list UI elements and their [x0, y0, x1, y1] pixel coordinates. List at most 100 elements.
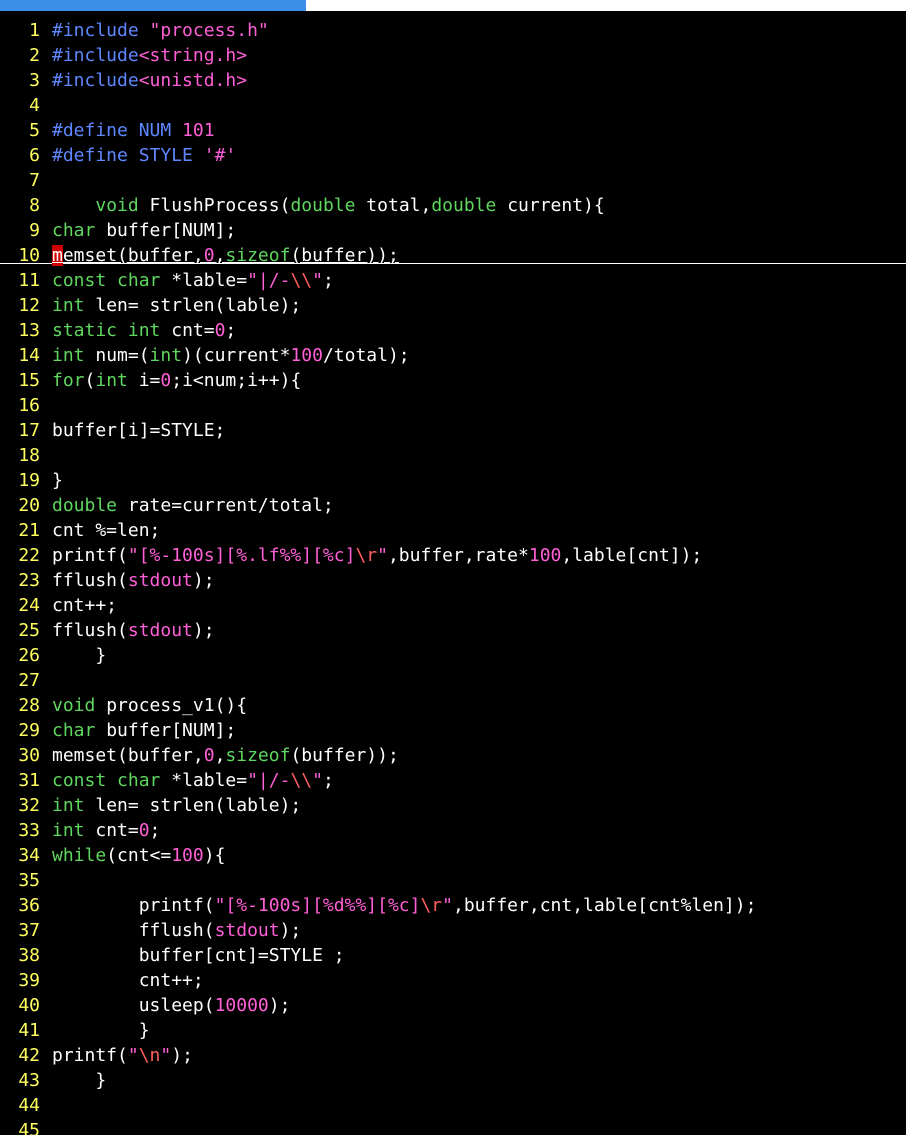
code-line[interactable]: 25 fflush(stdout); — [0, 618, 906, 643]
code-line[interactable]: 28 void process_v1(){ — [0, 693, 906, 718]
code-line[interactable]: 21 cnt %=len; — [0, 518, 906, 543]
code-line[interactable]: 19} — [0, 468, 906, 493]
line-code[interactable]: } — [52, 1020, 150, 1041]
code-line[interactable]: 34 while(cnt<=100){ — [0, 843, 906, 868]
line-number: 4 — [29, 95, 40, 116]
line-number: 3 — [29, 70, 40, 91]
line-code[interactable]: for(int i=0;i<num;i++){ — [52, 370, 301, 391]
code-line[interactable]: 35 — [0, 868, 906, 893]
code-line[interactable]: 36 printf("[%-100s][%d%%][%c]\r",buffer,… — [0, 893, 906, 918]
code-line[interactable]: 11 const char *lable="|/-\\"; — [0, 268, 906, 293]
code-line[interactable]: 16 — [0, 393, 906, 418]
code-line[interactable]: 43 } — [0, 1068, 906, 1093]
code-line[interactable]: 39 cnt++; — [0, 968, 906, 993]
code-line[interactable]: 8 void FlushProcess(double total,double … — [0, 193, 906, 218]
code-line[interactable]: 12 int len= strlen(lable); — [0, 293, 906, 318]
code-line[interactable]: 45 — [0, 1118, 906, 1135]
line-code[interactable]: cnt++; — [52, 595, 117, 616]
line-code[interactable]: int cnt=0; — [52, 820, 160, 841]
code-line[interactable]: 18 — [0, 443, 906, 468]
line-code[interactable]: #define NUM 101 — [52, 120, 215, 141]
code-line[interactable]: 20 double rate=current/total; — [0, 493, 906, 518]
line-number: 17 — [18, 420, 40, 441]
code-line[interactable]: 41 } — [0, 1018, 906, 1043]
line-code[interactable]: #include<unistd.h> — [52, 70, 247, 91]
line-code[interactable]: printf("\n"); — [52, 1045, 193, 1066]
code-line[interactable]: 7 — [0, 168, 906, 193]
code-line[interactable]: 14 int num=(int)(current*100/total); — [0, 343, 906, 368]
code-line[interactable]: 2 #include<string.h> — [0, 43, 906, 68]
line-number: 26 — [18, 645, 40, 666]
line-code[interactable]: char buffer[NUM]; — [52, 720, 236, 741]
code-line[interactable]: 44 — [0, 1093, 906, 1118]
code-line[interactable]: 1 #include "process.h" — [0, 18, 906, 43]
line-code[interactable]: cnt %=len; — [52, 520, 160, 541]
code-line[interactable]: 23 fflush(stdout); — [0, 568, 906, 593]
line-code[interactable]: buffer[cnt]=STYLE ; — [52, 945, 345, 966]
code-line[interactable]: 15 for(int i=0;i<num;i++){ — [0, 368, 906, 393]
code-line[interactable]: 33 int cnt=0; — [0, 818, 906, 843]
code-line[interactable]: 29 char buffer[NUM]; — [0, 718, 906, 743]
active-tab-indicator[interactable] — [0, 0, 306, 11]
line-number: 19 — [18, 470, 40, 491]
code-line[interactable]: 6 #define STYLE '#' — [0, 143, 906, 168]
code-line[interactable]: 31 const char *lable="|/-\\"; — [0, 768, 906, 793]
code-line[interactable]: 30 memset(buffer,0,sizeof(buffer)); — [0, 743, 906, 768]
line-code[interactable]: int len= strlen(lable); — [52, 295, 301, 316]
line-number: 15 — [18, 370, 40, 391]
line-code[interactable]: } — [52, 645, 106, 666]
code-line[interactable]: 3 #include<unistd.h> — [0, 68, 906, 93]
line-code[interactable]: buffer[i]=STYLE; — [52, 420, 225, 441]
line-code[interactable]: const char *lable="|/-\\"; — [52, 270, 334, 291]
line-code[interactable]: fflush(stdout); — [52, 570, 215, 591]
line-code[interactable]: const char *lable="|/-\\"; — [52, 770, 334, 791]
line-code[interactable]: usleep(10000); — [52, 995, 291, 1016]
line-code[interactable]: #define STYLE '#' — [52, 145, 236, 166]
code-line[interactable]: 26 } — [0, 643, 906, 668]
code-line[interactable]: 13 static int cnt=0; — [0, 318, 906, 343]
line-code[interactable]: double rate=current/total; — [52, 495, 334, 516]
line-code[interactable]: #include<string.h> — [52, 45, 247, 66]
code-line[interactable]: 32 int len= strlen(lable); — [0, 793, 906, 818]
line-code[interactable]: static int cnt=0; — [52, 320, 236, 341]
line-code[interactable]: int num=(int)(current*100/total); — [52, 345, 410, 366]
line-number: 16 — [18, 395, 40, 416]
line-code[interactable]: cnt++; — [52, 970, 204, 991]
line-number: 22 — [18, 545, 40, 566]
line-number: 13 — [18, 320, 40, 341]
line-number: 38 — [18, 945, 40, 966]
line-code[interactable]: printf("[%-100s][%.lf%%][%c]\r",buffer,r… — [52, 545, 702, 566]
code-line[interactable]: 5 #define NUM 101 — [0, 118, 906, 143]
code-line[interactable]: 10 memset(buffer,0,sizeof(buffer)); — [0, 243, 906, 268]
code-line[interactable]: 37 fflush(stdout); — [0, 918, 906, 943]
code-line[interactable]: 42 printf("\n"); — [0, 1043, 906, 1068]
code-line[interactable]: 17 buffer[i]=STYLE; — [0, 418, 906, 443]
line-code[interactable]: #include "process.h" — [52, 20, 269, 41]
code-line[interactable]: 40 usleep(10000); — [0, 993, 906, 1018]
line-number: 39 — [18, 970, 40, 991]
line-code[interactable]: } — [52, 1070, 106, 1091]
code-line[interactable]: 27 — [0, 668, 906, 693]
line-number: 37 — [18, 920, 40, 941]
code-line[interactable]: 22 printf("[%-100s][%.lf%%][%c]\r",buffer… — [0, 543, 906, 568]
line-code[interactable]: void FlushProcess(double total,double cu… — [52, 195, 604, 216]
line-number: 31 — [18, 770, 40, 791]
line-code[interactable]: printf("[%-100s][%d%%][%c]\r",buffer,cnt… — [52, 895, 757, 916]
line-number: 35 — [18, 870, 40, 891]
line-code[interactable]: fflush(stdout); — [52, 920, 302, 941]
code-line[interactable]: 24 cnt++; — [0, 593, 906, 618]
line-code[interactable]: memset(buffer,0,sizeof(buffer)); — [52, 745, 399, 766]
line-number: 30 — [18, 745, 40, 766]
line-code[interactable]: char buffer[NUM]; — [52, 220, 236, 241]
code-editor[interactable]: 1 #include "process.h" 2 #include<string.h>… — [0, 18, 906, 1135]
line-code[interactable]: fflush(stdout); — [52, 620, 215, 641]
code-line[interactable]: 4 — [0, 93, 906, 118]
line-code[interactable]: void process_v1(){ — [52, 695, 247, 716]
code-line[interactable]: 9 char buffer[NUM]; — [0, 218, 906, 243]
line-number: 11 — [18, 270, 40, 291]
code-line[interactable]: 38 buffer[cnt]=STYLE ; — [0, 943, 906, 968]
line-code[interactable]: memset(buffer,0,sizeof(buffer)); — [52, 245, 399, 266]
line-code[interactable]: int len= strlen(lable); — [52, 795, 301, 816]
line-code[interactable]: } — [52, 470, 63, 491]
line-code[interactable]: while(cnt<=100){ — [52, 845, 225, 866]
